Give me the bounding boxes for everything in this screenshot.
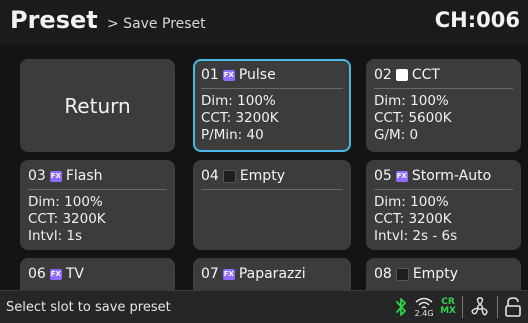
slot-cct: CCT: 3200K xyxy=(201,110,279,126)
fx-icon: FX xyxy=(49,268,62,280)
fx-icon: FX xyxy=(222,268,235,280)
slot-divider xyxy=(201,189,343,190)
slot-number: 08 xyxy=(374,266,392,282)
preset-slot-08[interactable]: 08 Empty xyxy=(366,258,521,290)
slot-dim: Dim: 100% xyxy=(28,194,103,210)
wireless-2-4g-icon: 2.4G xyxy=(414,294,434,320)
slot-name: Empty xyxy=(239,168,285,184)
empty-square-icon xyxy=(395,267,409,281)
fx-icon: FX xyxy=(395,170,408,182)
preset-slot-04[interactable]: 04 Empty xyxy=(193,160,351,250)
divider xyxy=(462,296,463,318)
preset-grid: Return 01 FX Pulse Dim: 100% CCT: 3200K … xyxy=(0,44,528,290)
slot-param: G/M: 0 xyxy=(374,127,419,143)
slot-divider xyxy=(28,189,167,190)
slot-name: Storm-Auto xyxy=(411,168,492,184)
status-bar: Select slot to save preset 2.4G CR MX xyxy=(0,290,528,323)
crmx-icon: CR MX xyxy=(440,294,456,320)
slot-number: 05 xyxy=(374,168,392,184)
slot-number: 02 xyxy=(374,67,392,83)
status-icons: 2.4G CR MX xyxy=(394,293,522,321)
slot-name: Flash xyxy=(65,168,103,184)
slot-cct: CCT: 3200K xyxy=(374,211,452,227)
fx-icon: FX xyxy=(49,170,62,182)
return-label: Return xyxy=(64,93,131,118)
slot-name: CCT xyxy=(411,67,440,83)
bluetooth-icon xyxy=(394,294,408,320)
preset-slot-07[interactable]: 07 FX Paparazzi xyxy=(193,258,351,290)
cct-white-square-icon xyxy=(395,69,408,81)
header-bar: Preset > Save Preset CH:006 xyxy=(0,0,528,44)
slot-divider xyxy=(201,88,343,89)
preset-slot-02[interactable]: 02 CCT Dim: 100% CCT: 5600K G/M: 0 xyxy=(366,59,521,152)
slot-divider xyxy=(374,189,513,190)
slot-number: 04 xyxy=(201,168,219,184)
slot-cct: CCT: 5600K xyxy=(374,110,452,126)
slot-number: 01 xyxy=(201,67,219,83)
empty-square-icon xyxy=(222,169,236,183)
preset-slot-05[interactable]: 05 FX Storm-Auto Dim: 100% CCT: 3200K In… xyxy=(366,160,521,250)
slot-name: Paparazzi xyxy=(238,266,306,282)
crmx-bottom-label: MX xyxy=(440,306,456,316)
breadcrumb: > Save Preset xyxy=(107,16,206,32)
slot-name: TV xyxy=(65,266,84,282)
status-text: Select slot to save preset xyxy=(6,300,171,315)
slot-dim: Dim: 100% xyxy=(374,194,449,210)
preset-slot-06[interactable]: 06 FX TV xyxy=(20,258,175,290)
fx-icon: FX xyxy=(222,69,235,81)
slot-number: 07 xyxy=(201,266,219,282)
return-button[interactable]: Return xyxy=(20,59,175,152)
slot-param: Intvl: 2s - 6s xyxy=(374,228,458,244)
page-title: Preset xyxy=(10,6,98,34)
slot-name: Empty xyxy=(412,266,458,282)
channel-indicator: CH:006 xyxy=(434,8,520,32)
slot-dim: Dim: 100% xyxy=(201,93,276,109)
slot-number: 06 xyxy=(28,266,46,282)
fan-icon[interactable] xyxy=(469,294,491,320)
preset-slot-03[interactable]: 03 FX Flash Dim: 100% CCT: 3200K Intvl: … xyxy=(20,160,175,250)
slot-param: P/Min: 40 xyxy=(201,127,264,143)
slot-cct: CCT: 3200K xyxy=(28,211,106,227)
divider xyxy=(497,296,498,318)
slot-divider xyxy=(374,88,513,89)
wireless-frequency-label: 2.4G xyxy=(414,308,434,318)
slot-number: 03 xyxy=(28,168,46,184)
slot-param: Intvl: 1s xyxy=(28,228,83,244)
slot-dim: Dim: 100% xyxy=(374,93,449,109)
lock-icon[interactable] xyxy=(504,294,522,320)
preset-slot-01[interactable]: 01 FX Pulse Dim: 100% CCT: 3200K P/Min: … xyxy=(193,59,351,152)
slot-name: Pulse xyxy=(238,67,276,83)
